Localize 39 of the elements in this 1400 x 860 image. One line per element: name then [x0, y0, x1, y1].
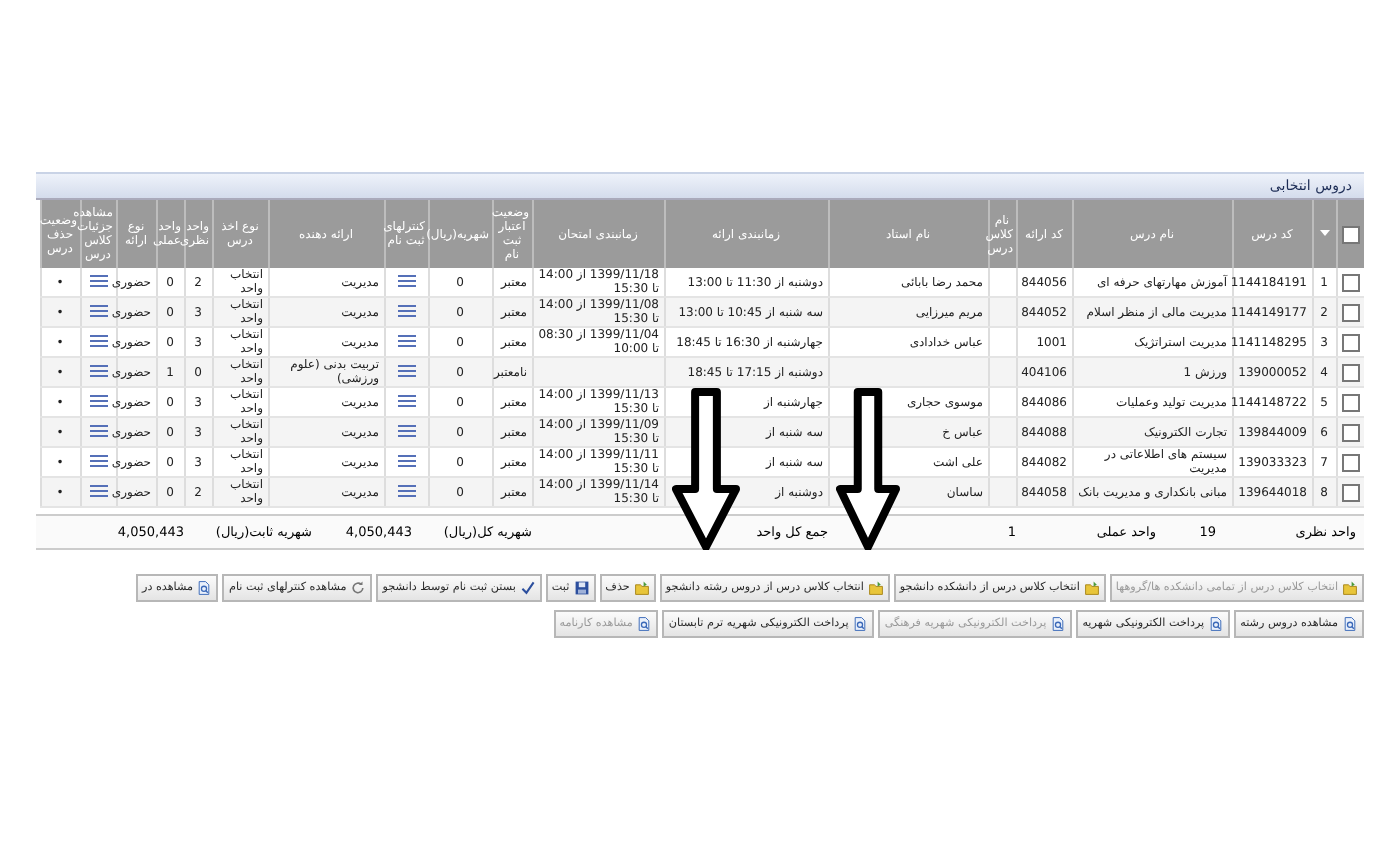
refresh-icon — [350, 580, 367, 596]
row-checkbox[interactable] — [1341, 273, 1360, 291]
folder-icon — [867, 580, 884, 596]
list-icon[interactable] — [89, 363, 107, 377]
document-search-icon — [1208, 616, 1225, 632]
list-icon[interactable] — [397, 483, 415, 497]
list-icon[interactable] — [89, 393, 107, 407]
folder-icon — [633, 580, 650, 596]
list-icon[interactable] — [89, 423, 107, 437]
row-checkbox[interactable] — [1341, 453, 1360, 471]
list-icon[interactable] — [397, 423, 415, 437]
list-icon[interactable] — [397, 363, 415, 377]
row-checkbox[interactable] — [1341, 423, 1360, 441]
list-icon[interactable] — [397, 273, 415, 287]
save-icon — [573, 580, 590, 596]
document-search-icon — [1342, 616, 1358, 632]
document-search-icon — [196, 580, 213, 596]
list-icon[interactable] — [397, 393, 415, 407]
folder-icon — [1342, 580, 1358, 596]
row-checkbox[interactable] — [1341, 393, 1360, 411]
folder-icon — [1083, 580, 1100, 596]
list-icon[interactable] — [89, 333, 107, 347]
row-checkbox[interactable] — [1341, 363, 1360, 381]
document-search-icon — [852, 616, 869, 632]
list-icon[interactable] — [397, 333, 415, 347]
row-checkbox[interactable] — [1341, 333, 1360, 351]
select-all-checkbox[interactable] — [1341, 225, 1360, 243]
sort-icon[interactable] — [1317, 225, 1331, 239]
list-icon[interactable] — [89, 453, 107, 467]
list-icon[interactable] — [397, 453, 415, 467]
list-icon[interactable] — [89, 483, 107, 497]
list-icon[interactable] — [397, 303, 415, 317]
check-icon — [519, 580, 536, 596]
list-icon[interactable] — [89, 303, 107, 317]
document-search-icon — [636, 616, 653, 632]
row-checkbox[interactable] — [1341, 303, 1360, 321]
list-icon[interactable] — [89, 273, 107, 287]
row-checkbox[interactable] — [1341, 483, 1360, 501]
document-search-icon — [1050, 616, 1067, 632]
